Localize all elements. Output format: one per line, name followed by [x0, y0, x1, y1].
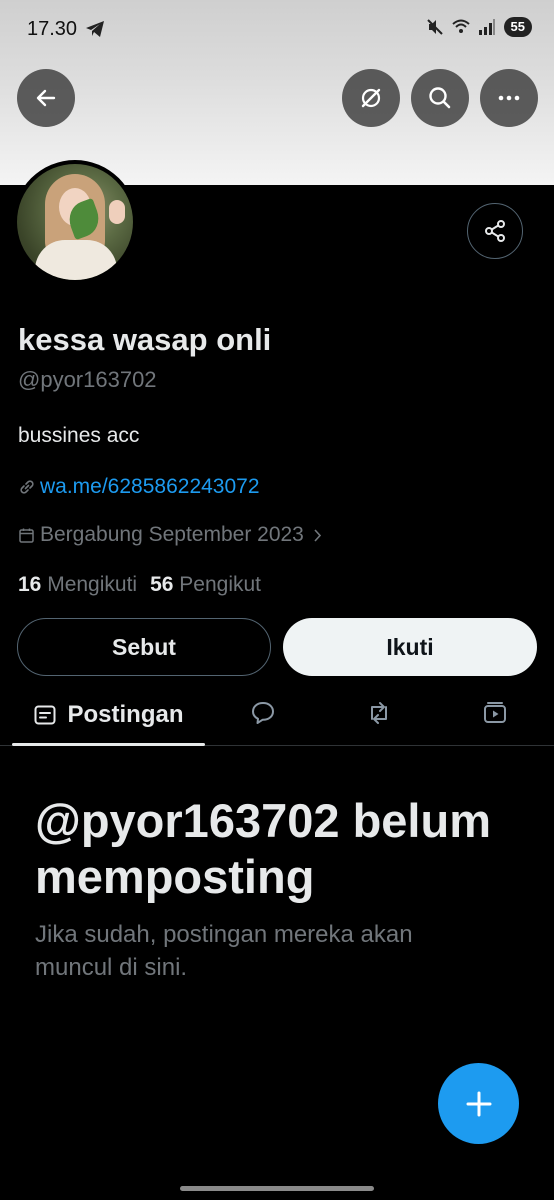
link-text[interactable]: wa.me/6285862243072	[40, 475, 260, 499]
calendar-icon	[19, 528, 34, 543]
tab-replies[interactable]	[248, 698, 278, 728]
status-bar: 17.30 55	[0, 0, 554, 58]
search-icon	[429, 87, 451, 109]
more-button[interactable]	[480, 69, 538, 127]
search-button[interactable]	[411, 69, 469, 127]
battery-indicator: 55	[503, 17, 532, 37]
plus-icon	[466, 1091, 491, 1116]
telegram-icon	[85, 20, 105, 38]
wifi-icon	[451, 18, 470, 36]
posts-icon	[34, 705, 56, 725]
status-icons: 55	[426, 17, 532, 37]
back-arrow-icon	[36, 89, 56, 107]
following-link[interactable]: 16 Mengikuti	[18, 573, 137, 597]
replies-icon	[252, 702, 274, 724]
tab-media[interactable]	[480, 698, 510, 728]
compose-button[interactable]	[438, 1063, 519, 1144]
media-icon	[484, 702, 506, 723]
chevron-right-icon	[314, 528, 321, 542]
following-count: 16	[18, 573, 42, 596]
display-name: kessa wasap onli	[18, 322, 272, 357]
empty-state-subtitle: Jika sudah, postingan mereka akan muncul…	[35, 921, 413, 981]
grok-icon	[361, 88, 381, 108]
link-icon	[20, 480, 34, 494]
grok-button[interactable]	[342, 69, 400, 127]
join-date[interactable]: Bergabung September 2023	[18, 523, 326, 547]
signal-icon	[478, 18, 496, 36]
mention-button[interactable]: Sebut	[17, 618, 271, 676]
join-date-text: Bergabung September 2023	[40, 523, 304, 546]
mute-icon	[426, 18, 444, 36]
tab-posts-label: Postingan	[67, 701, 184, 728]
status-time: 17.30	[27, 18, 78, 40]
tab-posts[interactable]: Postingan	[12, 684, 205, 746]
followers-link[interactable]: 56 Pengikut	[150, 573, 261, 597]
avatar[interactable]	[13, 160, 137, 284]
active-tab-indicator	[12, 743, 205, 746]
follow-button[interactable]: Ikuti	[283, 618, 537, 676]
home-indicator[interactable]	[180, 1186, 374, 1191]
avatar-photo	[17, 164, 133, 280]
more-icon	[498, 95, 520, 101]
following-label: Mengikuti	[47, 573, 138, 596]
profile-link[interactable]: wa.me/6285862243072	[18, 475, 260, 499]
share-icon	[485, 220, 505, 242]
followers-count: 56	[150, 573, 174, 596]
bio-text: bussines acc	[18, 424, 140, 447]
followers-label: Pengikut	[179, 573, 262, 596]
reposts-icon	[371, 702, 387, 724]
tab-reposts[interactable]	[364, 698, 394, 728]
profile-tabs: Postingan	[0, 684, 554, 746]
share-button[interactable]	[467, 203, 523, 259]
back-button[interactable]	[17, 69, 75, 127]
user-handle: @pyor163702	[18, 367, 157, 392]
empty-state-title: @pyor163702 belum memposting	[35, 794, 491, 903]
follow-stats: 16 Mengikuti 56 Pengikut	[18, 573, 261, 597]
